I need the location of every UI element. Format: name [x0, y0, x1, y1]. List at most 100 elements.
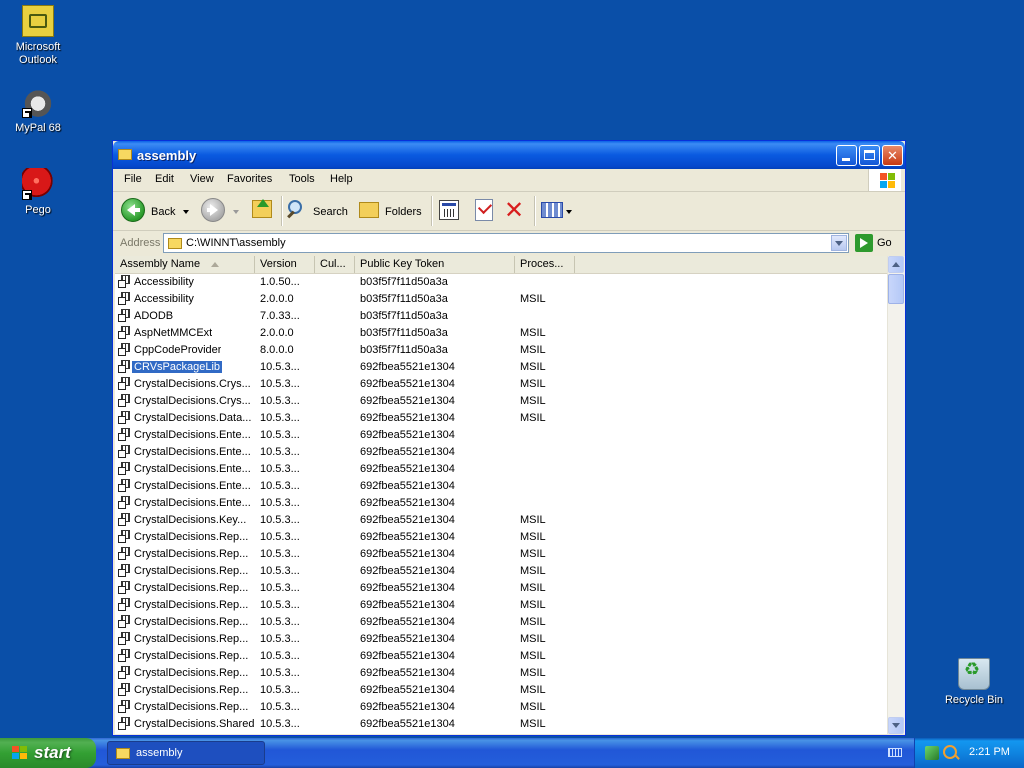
menu-tools[interactable]: Tools: [289, 173, 315, 185]
table-row[interactable]: CrystalDecisions.Ente... 10.5.3... 692fbea…: [115, 444, 891, 461]
scroll-down-button[interactable]: [888, 717, 904, 734]
table-row[interactable]: CrystalDecisions.Rep... 10.5.3... 692fbea5…: [115, 597, 891, 614]
column-header-assembly-name[interactable]: Assembly Name: [115, 256, 255, 273]
address-input[interactable]: C:\WINNT\assembly: [163, 233, 849, 253]
table-row[interactable]: Accessibility 2.0.0.0 b03f5f7f11d50a3a MSIL: [115, 291, 891, 308]
up-folder-button[interactable]: [250, 196, 276, 226]
cell-version: 10.5.3...: [260, 514, 300, 526]
desktop-icon-mypal[interactable]: MyPal 68: [0, 86, 76, 135]
cell-version: 10.5.3...: [260, 463, 300, 475]
table-row[interactable]: CrystalDecisions.Rep... 10.5.3... 692fbea5…: [115, 529, 891, 546]
table-row[interactable]: AspNetMMCExt 2.0.0.0 b03f5f7f11d50a3a MSIL: [115, 325, 891, 342]
cell-name: CrystalDecisions.Ente...: [134, 429, 251, 441]
network-icon[interactable]: [925, 746, 939, 760]
desktop-icon-outlook[interactable]: Microsoft Outlook: [0, 5, 76, 67]
views-button[interactable]: [540, 196, 574, 226]
forward-button[interactable]: [201, 196, 239, 226]
toolbar: Back Search Folders ✕: [113, 192, 905, 231]
desktop-icon-pego[interactable]: Pego: [0, 168, 76, 217]
cell-proc: MSIL: [520, 667, 546, 679]
cell-proc: MSIL: [520, 531, 546, 543]
menu-help[interactable]: Help: [330, 173, 353, 185]
table-row[interactable]: CRVsPackageLib 10.5.3... 692fbea5521e1304 M…: [115, 359, 891, 376]
table-row[interactable]: CrystalDecisions.Crys... 10.5.3... 692fbea…: [115, 376, 891, 393]
menu-file[interactable]: File: [124, 173, 142, 185]
keyboard-icon[interactable]: [888, 748, 902, 757]
table-row[interactable]: CrystalDecisions.Rep... 10.5.3... 692fbea5…: [115, 631, 891, 648]
table-row[interactable]: CrystalDecisions.Data... 10.5.3... 692fbea…: [115, 410, 891, 427]
title-bar[interactable]: assembly ✕: [113, 141, 905, 169]
column-header-public-key-token[interactable]: Public Key Token: [355, 256, 515, 273]
table-row[interactable]: CppCodeProvider 8.0.0.0 b03f5f7f11d50a3a MS…: [115, 342, 891, 359]
start-button[interactable]: start: [0, 738, 96, 768]
cell-version: 10.5.3...: [260, 599, 300, 611]
cell-token: 692fbea5521e1304: [360, 395, 455, 407]
column-header-version[interactable]: Version: [255, 256, 315, 273]
cell-version: 10.5.3...: [260, 531, 300, 543]
folders-button[interactable]: Folders: [357, 196, 423, 226]
menu-favorites[interactable]: Favorites: [227, 173, 272, 185]
maximize-button[interactable]: [859, 145, 880, 166]
chevron-down-icon[interactable]: [233, 210, 239, 214]
table-row[interactable]: CrystalDecisions.Rep... 10.5.3... 692fbea5…: [115, 699, 891, 716]
cell-version: 2.0.0.0: [260, 293, 294, 305]
table-row[interactable]: CrystalDecisions.Key... 10.5.3... 692fbea5…: [115, 512, 891, 529]
cell-name: CrystalDecisions.Key...: [134, 514, 247, 526]
vertical-scrollbar[interactable]: [887, 256, 905, 734]
assembly-list[interactable]: Assembly Name Version Cul... Public Key …: [115, 256, 891, 734]
column-header-culture[interactable]: Cul...: [315, 256, 355, 273]
cell-version: 10.5.3...: [260, 446, 300, 458]
check-button[interactable]: [471, 196, 497, 226]
assembly-icon: [118, 632, 132, 645]
scroll-up-button[interactable]: [888, 256, 904, 273]
assembly-icon: [118, 360, 132, 373]
table-row[interactable]: CrystalDecisions.Shared 10.5.3... 692fbea5…: [115, 716, 891, 733]
close-button[interactable]: ✕: [882, 145, 903, 166]
table-row[interactable]: CrystalDecisions.Rep... 10.5.3... 692fbea5…: [115, 580, 891, 597]
address-dropdown-button[interactable]: [831, 235, 847, 251]
table-row[interactable]: CrystalDecisions.Rep... 10.5.3... 692fbea5…: [115, 563, 891, 580]
column-header-bar: Assembly Name Version Cul... Public Key …: [115, 256, 891, 274]
cell-token: 692fbea5521e1304: [360, 361, 455, 373]
assembly-icon: [118, 411, 132, 424]
menu-view[interactable]: View: [190, 173, 214, 185]
address-value: C:\WINNT\assembly: [186, 237, 286, 249]
table-row[interactable]: CrystalDecisions.Ente... 10.5.3... 692fbea…: [115, 478, 891, 495]
column-header-processor[interactable]: Proces...: [515, 256, 575, 273]
search-button[interactable]: Search: [286, 196, 350, 226]
cell-proc: MSIL: [520, 395, 546, 407]
table-row[interactable]: CrystalDecisions.Ente... 10.5.3... 692fbea…: [115, 461, 891, 478]
table-row[interactable]: Accessibility 1.0.50... b03f5f7f11d50a3a: [115, 274, 891, 291]
search-tray-icon[interactable]: [943, 745, 957, 759]
delete-button[interactable]: ✕: [502, 196, 528, 226]
desktop-icon-recycle-bin[interactable]: Recycle Bin: [936, 658, 1012, 707]
sort-ascending-icon: [211, 262, 219, 267]
cell-name: CrystalDecisions.Ente...: [134, 480, 251, 492]
assembly-icon: [118, 513, 132, 526]
table-row[interactable]: ADODB 7.0.33... b03f5f7f11d50a3a: [115, 308, 891, 325]
minimize-button[interactable]: [836, 145, 857, 166]
table-row[interactable]: CrystalDecisions.Rep... 10.5.3... 692fbea5…: [115, 665, 891, 682]
desktop-icon-label: MyPal 68: [15, 122, 61, 134]
table-row[interactable]: CrystalDecisions.Rep... 10.5.3... 692fbea5…: [115, 614, 891, 631]
cell-version: 10.5.3...: [260, 633, 300, 645]
cell-token: b03f5f7f11d50a3a: [360, 276, 448, 288]
table-row[interactable]: CrystalDecisions.Rep... 10.5.3... 692fbea5…: [115, 648, 891, 665]
assembly-icon: [118, 564, 132, 577]
table-row[interactable]: CrystalDecisions.Crys... 10.5.3... 692fbea…: [115, 393, 891, 410]
table-row[interactable]: CrystalDecisions.Rep... 10.5.3... 692fbea5…: [115, 546, 891, 563]
back-button[interactable]: Back: [121, 196, 191, 226]
folders-label: Folders: [385, 206, 422, 218]
menu-edit[interactable]: Edit: [155, 173, 174, 185]
cell-token: 692fbea5521e1304: [360, 497, 455, 509]
table-row[interactable]: CrystalDecisions.Rep... 10.5.3... 692fbea5…: [115, 682, 891, 699]
taskbar-button-assembly[interactable]: assembly: [107, 741, 265, 765]
taskbar-button-label: assembly: [136, 747, 183, 759]
table-row[interactable]: CrystalDecisions.Ente... 10.5.3... 692fbea…: [115, 495, 891, 512]
chevron-down-icon[interactable]: [183, 210, 189, 214]
scroll-thumb[interactable]: [888, 274, 904, 304]
table-row[interactable]: CrystalDecisions.Ente... 10.5.3... 692fbea…: [115, 427, 891, 444]
assembly-icon: [118, 683, 132, 696]
properties-button[interactable]: [437, 196, 463, 226]
cell-token: 692fbea5521e1304: [360, 616, 455, 628]
